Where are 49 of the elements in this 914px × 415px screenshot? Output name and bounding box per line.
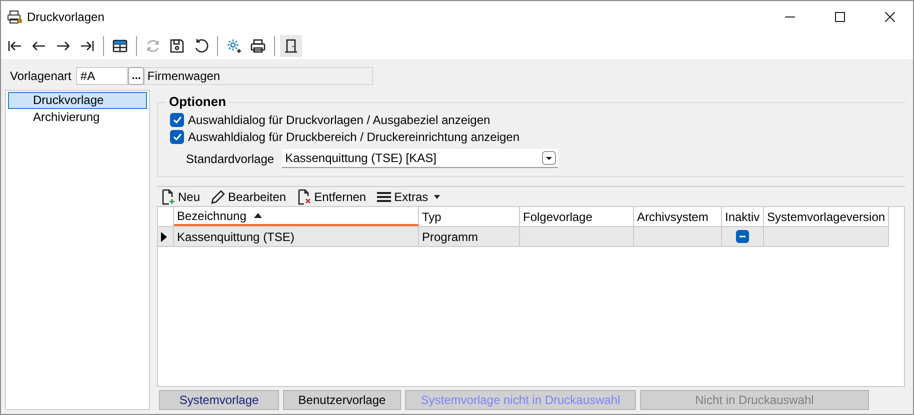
checkbox-label: Auswahldialog für Druckvorlagen / Ausgabeziel anzeigen (188, 112, 490, 126)
column-header[interactable]: Systemvorlageversion (764, 207, 889, 226)
column-header[interactable]: Archivsystem (634, 207, 722, 226)
browse-button[interactable]: ... (128, 67, 144, 85)
table-icon (112, 38, 128, 54)
door-icon (283, 38, 299, 54)
print-icon (250, 38, 266, 54)
toolbar-button[interactable]: Neu (160, 188, 200, 204)
column-header[interactable]: Typ (419, 207, 520, 226)
gear-plus-icon (226, 38, 242, 54)
toolbar-button[interactable]: Entfernen (296, 188, 366, 204)
sidebar-item[interactable]: Archivierung (8, 109, 147, 126)
last-icon (79, 38, 95, 54)
description-field: Firmenwagen (144, 67, 374, 85)
checkbox[interactable] (736, 230, 749, 243)
table-cell: Programm (419, 227, 520, 246)
delete-document-icon (296, 188, 312, 204)
column-header[interactable]: Inaktiv (722, 207, 764, 226)
maximize-icon (835, 12, 845, 22)
legend-item: Nicht in Druckauswahl (640, 390, 869, 410)
refresh-icon (145, 38, 161, 54)
field-label: Vorlagenart (10, 69, 72, 83)
window-title: Druckvorlagen (27, 10, 106, 24)
checkbox[interactable] (170, 112, 184, 126)
field-label: Standardvorlage (186, 152, 274, 166)
current-row-icon (161, 232, 167, 242)
legend-item: Systemvorlage nicht in Druckauswahl (405, 390, 636, 410)
sort-ascending-icon (254, 213, 262, 218)
save-icon (169, 38, 185, 54)
table-cell: Kassenquittung (TSE) (174, 227, 419, 246)
printer-lock-icon (7, 10, 23, 24)
checkbox[interactable] (170, 130, 184, 144)
legend-item: Benutzervorlage (283, 390, 401, 410)
checkbox-label: Auswahldialog für Druckbereich / Druckereinrichtung anzeigen (188, 130, 520, 144)
toolbar-button[interactable]: Extras (376, 188, 440, 204)
legend-item: Systemvorlage (159, 390, 279, 410)
close-icon (885, 12, 895, 22)
toolbar-button[interactable]: Bearbeiten (210, 188, 286, 204)
column-header[interactable]: Folgevorlage (520, 207, 634, 226)
input-field[interactable]: #A (76, 67, 128, 85)
undo-icon (193, 38, 209, 54)
sidebar-item[interactable]: Druckvorlage (8, 92, 147, 109)
dropdown[interactable]: Kassenquittung (TSE) [KAS] (282, 149, 558, 168)
new-document-icon (160, 188, 176, 204)
caret-icon (434, 194, 440, 198)
first-icon (7, 38, 23, 54)
group-title: Optionen (166, 94, 230, 109)
pencil-icon (210, 188, 226, 204)
toolbar-button[interactable] (280, 35, 302, 57)
